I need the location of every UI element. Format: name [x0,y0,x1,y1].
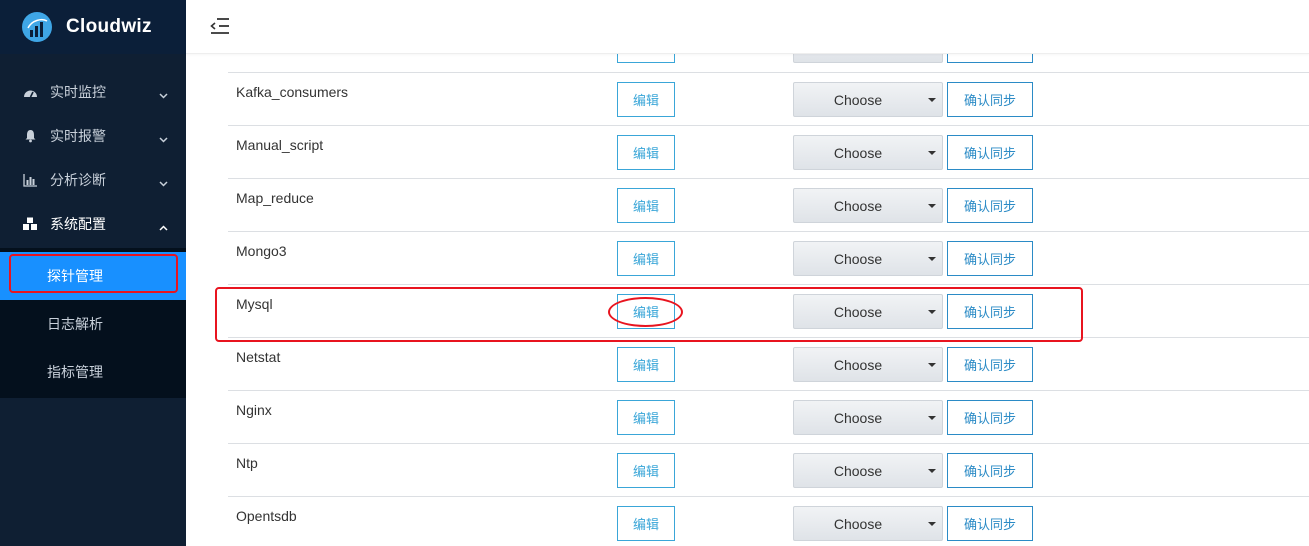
sidebar-item-realtime-monitor[interactable]: 实时监控 [0,70,186,114]
table-row: Netstat 编辑 Choose 确认同步 [228,338,1309,391]
select-value: Choose [833,356,883,373]
select-value: Choose [833,91,883,108]
select-value: Choose [833,515,883,532]
edit-button[interactable]: 编辑 [617,188,675,223]
table-row: 编辑 Choose 确认同步 [228,54,1309,73]
chevron-down-icon [159,130,168,146]
version-select[interactable]: Choose [793,294,943,329]
sidebar-item-analysis[interactable]: 分析诊断 [0,158,186,202]
version-select[interactable]: Choose [793,453,943,488]
confirm-sync-button[interactable]: 确认同步 [947,400,1033,435]
probe-name: Kafka_consumers [236,84,349,100]
brand[interactable]: Cloudwiz [0,0,186,54]
bell-icon [22,128,38,144]
confirm-sync-button[interactable]: 确认同步 [947,506,1033,541]
sidebar-item-system-config[interactable]: 系统配置 [0,202,186,246]
probe-name: Mongo3 [236,243,287,259]
probe-table: 编辑Choose确认同步Kafka_consumers编辑Choose确认同步M… [228,54,1309,546]
confirm-sync-button[interactable]: 确认同步 [947,54,1033,63]
sidebar-subitem-label: 指标管理 [47,364,103,380]
select-value: Choose [833,303,883,320]
sidebar-item-label: 实时监控 [50,84,106,100]
chevron-down-icon [159,86,168,102]
table-row: Kafka_consumers 编辑 Choose 确认同步 [228,73,1309,126]
edit-button[interactable]: 编辑 [617,294,675,329]
edit-button[interactable]: 编辑 [617,347,675,382]
caret-down-icon [928,257,936,261]
edit-button[interactable]: 编辑 [617,135,675,170]
version-select[interactable]: Choose [793,506,943,541]
select-value: Choose [833,144,883,161]
confirm-sync-button[interactable]: 确认同步 [947,82,1033,117]
system-config-submenu: 探针管理 日志解析 指标管理 [0,248,186,398]
sidebar: Cloudwiz 实时监控 实时报警 分析诊断 系统配置 探针管理 日志解析 指… [0,0,186,546]
chevron-down-icon [159,174,168,190]
caret-down-icon [928,310,936,314]
confirm-sync-button[interactable]: 确认同步 [947,294,1033,329]
sidebar-subitem-log-parsing[interactable]: 日志解析 [0,300,186,348]
cloudwiz-logo-icon [22,12,52,42]
select-value: Choose [833,250,883,267]
table-row: Opentsdb 编辑 Choose 确认同步 [228,497,1309,546]
sidebar-menu: 实时监控 实时报警 分析诊断 系统配置 探针管理 日志解析 指标管理 [0,70,186,398]
caret-down-icon [928,416,936,420]
confirm-sync-button[interactable]: 确认同步 [947,453,1033,488]
edit-button[interactable]: 编辑 [617,506,675,541]
caret-down-icon [928,363,936,367]
probe-name: Netstat [236,349,281,365]
probe-name: Opentsdb [236,508,297,524]
caret-down-icon [928,522,936,526]
menu-collapse-icon[interactable] [210,17,230,37]
confirm-sync-button[interactable]: 确认同步 [947,188,1033,223]
table-row: Mysql 编辑 Choose 确认同步 [228,285,1309,338]
confirm-sync-button[interactable]: 确认同步 [947,135,1033,170]
dashboard-icon [22,84,38,100]
table-row: Nginx 编辑 Choose 确认同步 [228,391,1309,444]
probe-name: Mysql [236,296,273,312]
table-row: Mongo3 编辑 Choose 确认同步 [228,232,1309,285]
probe-name: Nginx [236,402,272,418]
caret-down-icon [928,98,936,102]
version-select[interactable]: Choose [793,188,943,223]
edit-button[interactable]: 编辑 [617,82,675,117]
table-row: Map_reduce 编辑 Choose 确认同步 [228,179,1309,232]
version-select[interactable]: Choose [793,241,943,276]
sidebar-subitem-label: 探针管理 [47,268,103,284]
probe-table-area: 编辑Choose确认同步Kafka_consumers编辑Choose确认同步M… [186,54,1309,546]
version-select[interactable]: Choose [793,135,943,170]
chevron-up-icon [159,218,168,234]
version-select[interactable]: Choose [793,82,943,117]
version-select[interactable]: Choose [793,347,943,382]
edit-button[interactable]: 编辑 [617,54,675,63]
brand-name: Cloudwiz [66,16,152,37]
sidebar-subitem-label: 日志解析 [47,316,103,332]
caret-down-icon [928,151,936,155]
sidebar-item-label: 分析诊断 [50,172,106,188]
caret-down-icon [928,469,936,473]
edit-button[interactable]: 编辑 [617,241,675,276]
sidebar-item-label: 实时报警 [50,128,106,144]
confirm-sync-button[interactable]: 确认同步 [947,241,1033,276]
select-value: Choose [833,197,883,214]
sidebar-subitem-metric-management[interactable]: 指标管理 [0,348,186,396]
select-value: Choose [833,409,883,426]
probe-name: Ntp [236,455,258,471]
select-value: Choose [833,462,883,479]
probe-name: Map_reduce [236,190,314,206]
version-select[interactable]: Choose [793,400,943,435]
version-select[interactable]: Choose [793,54,943,63]
edit-button[interactable]: 编辑 [617,453,675,488]
sidebar-item-label: 系统配置 [50,216,106,232]
sidebar-subitem-probe-management[interactable]: 探针管理 [0,252,186,300]
table-row: Ntp 编辑 Choose 确认同步 [228,444,1309,497]
confirm-sync-button[interactable]: 确认同步 [947,347,1033,382]
bar-chart-icon [22,172,38,188]
top-header [186,0,1309,54]
edit-button[interactable]: 编辑 [617,400,675,435]
table-row: Manual_script 编辑 Choose 确认同步 [228,126,1309,179]
sidebar-item-realtime-alert[interactable]: 实时报警 [0,114,186,158]
caret-down-icon [928,204,936,208]
probe-name: Manual_script [236,137,324,153]
cubes-icon [22,216,38,232]
